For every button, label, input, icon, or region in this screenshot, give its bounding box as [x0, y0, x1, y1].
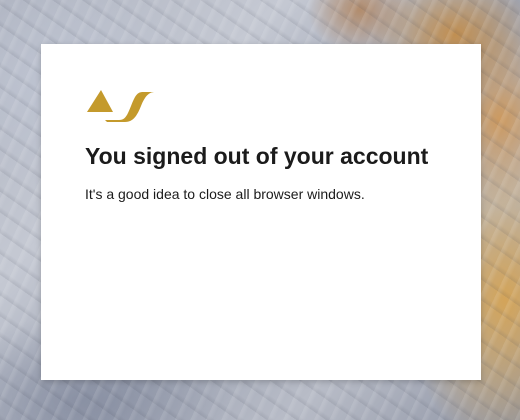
signout-message: It's a good idea to close all browser wi… [85, 186, 365, 202]
page-title: You signed out of your account [85, 143, 429, 169]
signout-card: You signed out of your account It's a go… [41, 44, 481, 380]
company-logo-icon [87, 90, 155, 122]
